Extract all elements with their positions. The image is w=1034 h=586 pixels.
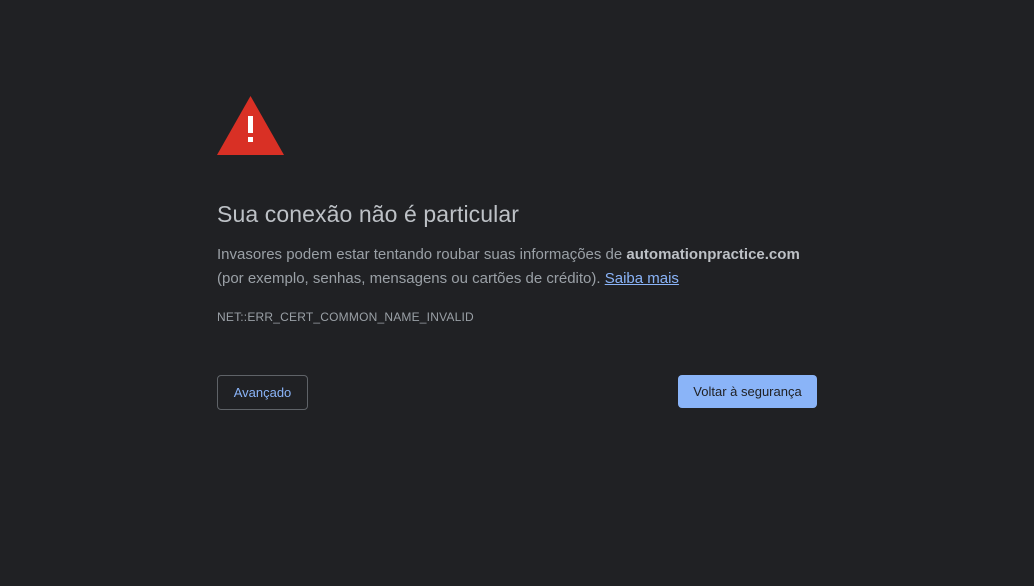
warning-triangle-icon [217, 96, 284, 155]
back-to-safety-button[interactable]: Voltar à segurança [678, 375, 817, 408]
interstitial-page: Sua conexão não é particular Invasores p… [0, 0, 1034, 586]
page-title: Sua conexão não é particular [217, 201, 520, 227]
advanced-button[interactable]: Avançado [217, 375, 308, 410]
explanation-text: Invasores podem estar tentando roubar su… [217, 243, 817, 291]
explanation-prefix: Invasores podem estar tentando roubar su… [217, 246, 627, 263]
error-code: NET::ERR_CERT_COMMON_NAME_INVALID [217, 310, 474, 324]
learn-more-link[interactable]: Saiba mais [605, 270, 679, 287]
site-domain: automationpractice.com [626, 246, 800, 263]
main-content: Sua conexão não é particular Invasores p… [217, 96, 817, 325]
explanation-suffix: (por exemplo, senhas, mensagens ou cartõ… [217, 270, 605, 287]
